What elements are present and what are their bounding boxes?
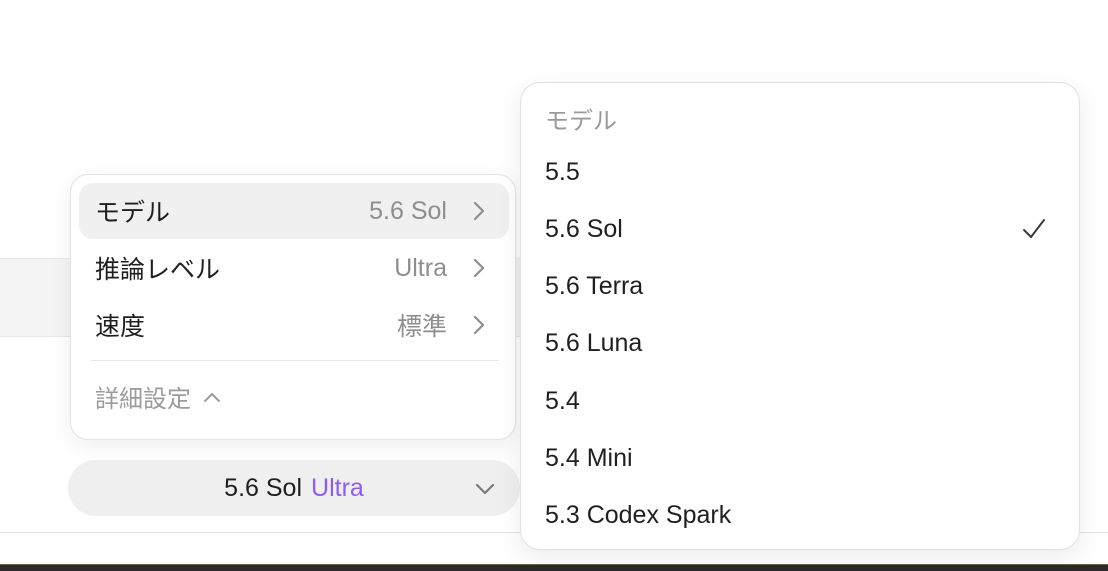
model-option-selected[interactable]: 5.6 Sol xyxy=(529,204,1071,254)
chevron-up-icon xyxy=(203,391,221,403)
menu-row-reasoning[interactable]: 推論レベル Ultra xyxy=(79,240,509,296)
menu-row-value: 標準 xyxy=(396,313,447,341)
settings-menu: モデル 5.6 Sol 推論レベル Ultra 速度 標準 詳細設定 xyxy=(70,174,516,440)
model-option-label: 5.6 Sol xyxy=(545,214,623,243)
model-option[interactable]: 5.6 Terra xyxy=(529,261,1071,311)
chevron-right-icon xyxy=(467,256,491,280)
checkmark-icon xyxy=(1021,217,1047,241)
chevron-right-icon xyxy=(467,313,491,337)
menu-row-label: 速度 xyxy=(95,313,146,341)
model-selector-button[interactable]: 5.6 Sol Ultra xyxy=(68,460,520,516)
model-option[interactable]: 5.3 Codex Spark xyxy=(529,490,1071,540)
model-option-label: 5.5 xyxy=(545,157,580,186)
chevron-down-icon xyxy=(474,476,496,500)
menu-row-value: 5.6 Sol xyxy=(369,196,447,225)
selected-model-label: 5.6 Sol xyxy=(224,473,303,502)
menu-row-label: モデル xyxy=(95,199,171,227)
advanced-settings-toggle[interactable]: 詳細設定 xyxy=(95,379,221,414)
menu-divider xyxy=(91,360,499,361)
menu-row-value: Ultra xyxy=(394,253,447,282)
advanced-settings-label: 詳細設定 xyxy=(95,386,191,413)
menu-row-label: 推論レベル xyxy=(95,256,221,284)
submenu-header: モデル xyxy=(545,108,617,135)
selected-level-label: Ultra xyxy=(311,473,364,502)
menu-row-model[interactable]: モデル 5.6 Sol xyxy=(79,183,509,239)
chevron-right-icon xyxy=(467,199,491,223)
model-option-label: 5.6 Luna xyxy=(545,328,643,357)
model-option[interactable]: 5.5 xyxy=(529,147,1071,197)
model-submenu: モデル 5.5 5.6 Sol 5.6 Terra 5.6 Luna 5.4 5… xyxy=(520,82,1080,550)
model-option-label: 5.6 Terra xyxy=(545,271,644,300)
model-option[interactable]: 5.6 Luna xyxy=(529,318,1071,368)
model-option[interactable]: 5.4 Mini xyxy=(529,433,1071,483)
model-option[interactable]: 5.4 xyxy=(529,376,1071,426)
model-option-label: 5.3 Codex Spark xyxy=(545,500,732,529)
model-option-label: 5.4 xyxy=(545,386,580,415)
menu-row-speed[interactable]: 速度 標準 xyxy=(79,297,509,353)
model-option-label: 5.4 Mini xyxy=(545,443,633,472)
